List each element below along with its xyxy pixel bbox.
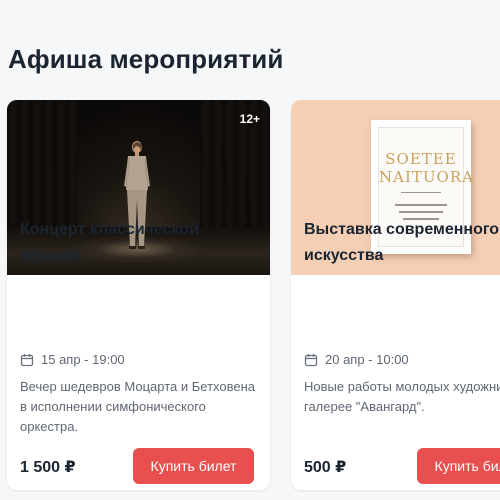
calendar-icon [20, 353, 34, 366]
calendar-icon [304, 353, 318, 366]
page-title: Афиша мероприятий [8, 44, 284, 74]
poster-text-line: NAITUORA [379, 168, 474, 186]
event-card[interactable]: SOETEE NAITUORA Выставка современного ис… [291, 100, 500, 490]
events-page: Афиша мероприятий 12+ Концерт классическ… [0, 0, 500, 500]
age-rating-badge: 12+ [239, 112, 260, 126]
event-date: 15 апр - 19:00 [20, 352, 125, 367]
event-description: Новые работы молодых художников в галере… [304, 379, 500, 414]
event-date: 20 апр - 10:00 [304, 352, 409, 367]
event-card[interactable]: 12+ Концерт классической музыки 15 апр -… [7, 100, 270, 490]
event-price: 500 ₽ [304, 459, 347, 476]
poster-text-line: SOETEE [385, 150, 457, 168]
buy-ticket-button[interactable]: Купить билет [417, 448, 500, 484]
event-price: 1 500 ₽ [20, 459, 76, 476]
event-date-text: 15 апр - 19:00 [41, 352, 125, 367]
event-description: Вечер шедевров Моцарта и Бетховена в исп… [20, 379, 256, 434]
event-title: Концерт классической музыки [20, 221, 199, 264]
buy-ticket-button[interactable]: Купить билет [133, 448, 254, 484]
event-date-text: 20 апр - 10:00 [325, 352, 409, 367]
event-title: Выставка современного искусства [304, 221, 500, 264]
